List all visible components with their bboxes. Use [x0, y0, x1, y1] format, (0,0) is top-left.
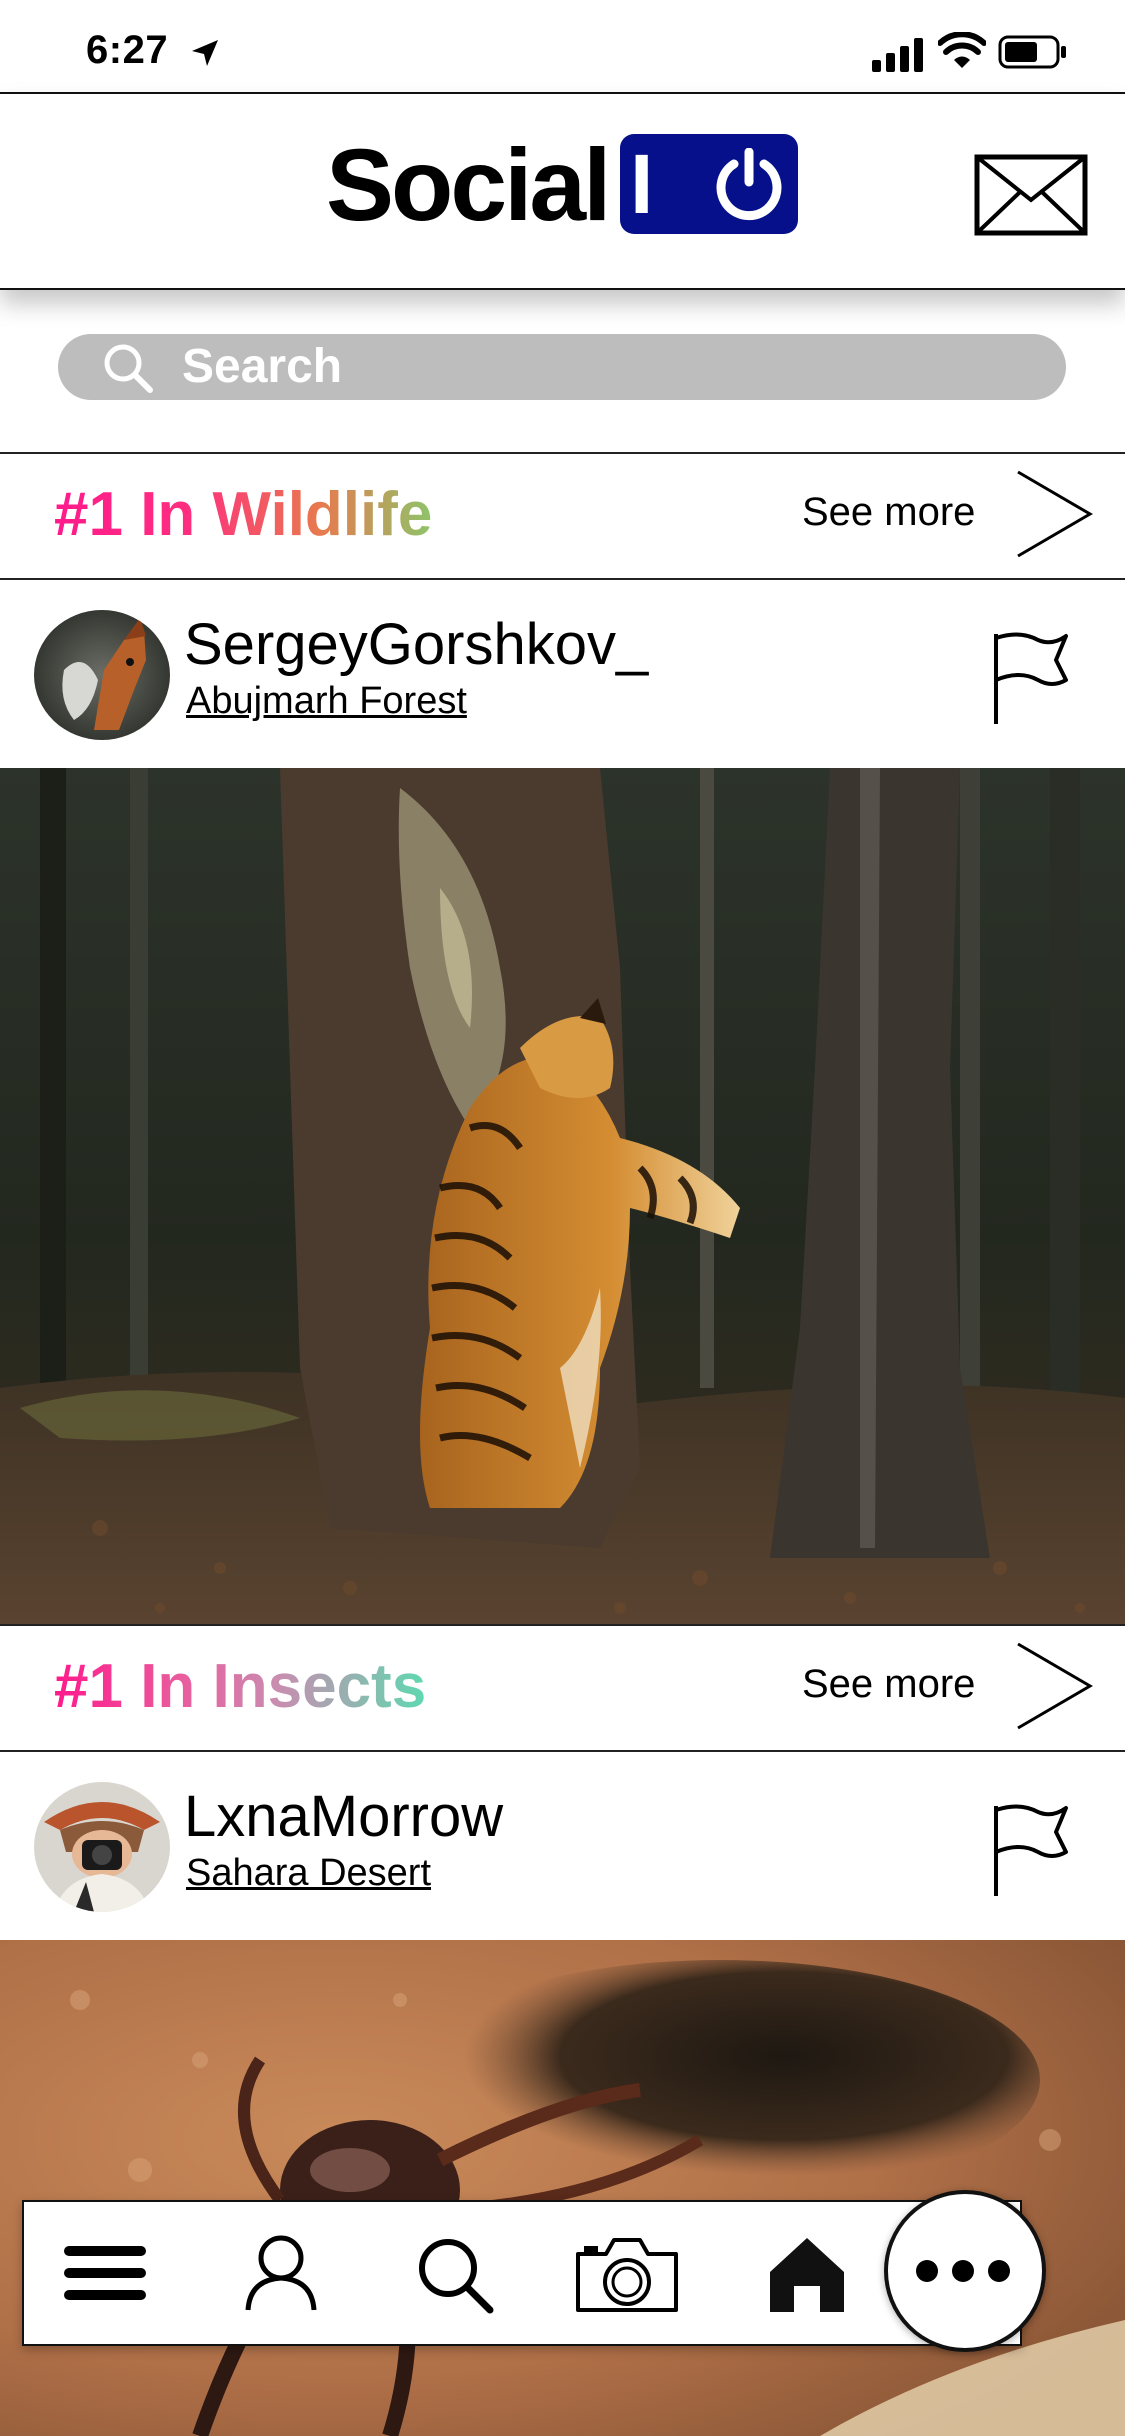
search-icon — [104, 344, 153, 393]
post-username[interactable]: SergeyGorshkov_ — [184, 616, 648, 674]
status-time: 6:27 — [86, 28, 169, 72]
more-dot — [952, 2260, 974, 2282]
mail-icon[interactable] — [974, 154, 1088, 236]
home-icon[interactable] — [762, 2230, 852, 2316]
logo-text: Social — [326, 128, 611, 242]
tiger-photo — [0, 768, 1125, 1624]
search-placeholder: Search — [182, 340, 343, 393]
logo-badge-text: I — [630, 137, 654, 231]
post-image[interactable] — [0, 1940, 1125, 2436]
ant-photo — [0, 1940, 1125, 2436]
menu-icon[interactable] — [60, 2230, 150, 2316]
app-header: Social I — [0, 92, 1125, 290]
category-title: #1 In Insects — [54, 1652, 427, 1721]
wifi-icon — [938, 32, 986, 68]
profile-icon[interactable] — [236, 2230, 326, 2316]
battery-icon — [998, 35, 1066, 69]
post-location[interactable]: Sahara Desert — [186, 1854, 431, 1892]
avatar[interactable] — [34, 610, 170, 740]
see-more-link[interactable]: See more — [802, 1664, 975, 1704]
category-row-insects: #1 In Insects See more — [0, 1624, 1125, 1752]
post-header: SergeyGorshkov_ Abujmarh Forest — [0, 580, 1125, 768]
location-arrow-icon — [192, 40, 218, 66]
post-username[interactable]: LxnaMorrow — [184, 1788, 503, 1846]
more-dot — [916, 2260, 938, 2282]
flag-icon[interactable] — [990, 1802, 1070, 1898]
avatar[interactable] — [34, 1782, 170, 1912]
category-title: #1 In Wildlife — [54, 480, 433, 549]
post-header: LxnaMorrow Sahara Desert — [0, 1752, 1125, 1940]
chevron-right-icon[interactable] — [1014, 468, 1094, 560]
post-location[interactable]: Abujmarh Forest — [186, 682, 467, 720]
category-row-wildlife: #1 In Wildlife See more — [0, 452, 1125, 580]
more-button[interactable] — [884, 2190, 1046, 2352]
flag-icon[interactable] — [990, 630, 1070, 726]
post-image[interactable] — [0, 768, 1125, 1624]
cellular-signal-icon — [872, 38, 923, 72]
camera-icon[interactable] — [572, 2230, 682, 2316]
power-icon — [716, 148, 782, 221]
status-bar: 6:27 — [0, 0, 1125, 92]
avatar-image — [34, 1782, 170, 1912]
more-dot — [988, 2260, 1010, 2282]
search-icon[interactable] — [410, 2230, 500, 2316]
bottom-navigation — [22, 2200, 1022, 2346]
logo-badge: I — [620, 134, 798, 234]
avatar-image — [34, 610, 170, 740]
see-more-link[interactable]: See more — [802, 492, 975, 532]
chevron-right-icon[interactable] — [1014, 1640, 1094, 1732]
search-bar[interactable]: Search — [58, 334, 1066, 400]
